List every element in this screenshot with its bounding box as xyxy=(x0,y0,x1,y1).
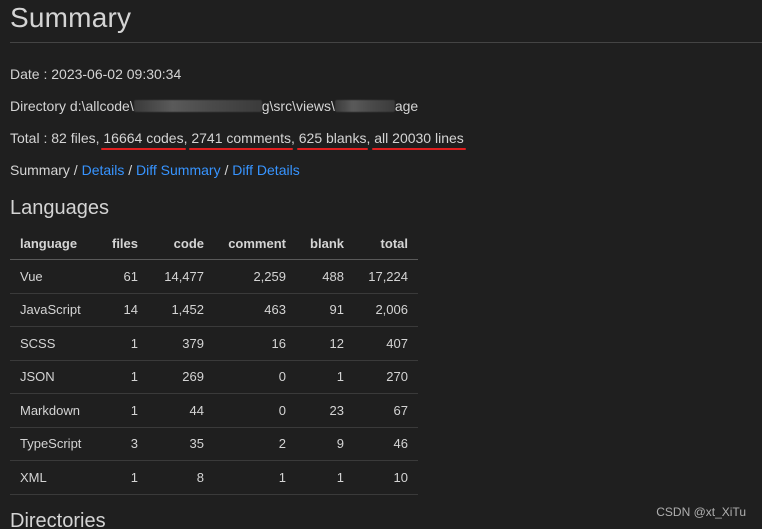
column-header-code: code xyxy=(148,228,214,260)
languages-table: language files code comment blank total … xyxy=(10,228,418,495)
codes-count: 16664 codes xyxy=(103,130,184,146)
column-header-language: language xyxy=(10,228,96,260)
cell-comment: 463 xyxy=(214,293,296,327)
title-divider xyxy=(10,42,762,43)
table-row: TypeScript 3 35 2 9 46 xyxy=(10,427,418,461)
directory-label: Directory xyxy=(10,98,70,114)
cell-files: 61 xyxy=(96,259,148,294)
cell-language: JSON xyxy=(10,360,96,394)
total-prefix: Total : 82 files, xyxy=(10,130,104,146)
cell-code: 269 xyxy=(148,360,214,394)
cell-code: 14,477 xyxy=(148,259,214,294)
cell-language: SCSS xyxy=(10,326,96,361)
all-lines: 20030 lines xyxy=(392,130,464,146)
nav-separator: / xyxy=(69,162,82,178)
redacted-block xyxy=(133,100,262,112)
cell-files: 1 xyxy=(96,460,148,495)
redacted-block xyxy=(334,100,395,112)
cell-files: 3 xyxy=(96,427,148,461)
cell-files: 14 xyxy=(96,293,148,327)
date-line: Date : 2023-06-02 09:30:34 xyxy=(10,66,181,82)
cell-language: Markdown xyxy=(10,393,96,428)
cell-comment: 1 xyxy=(214,460,296,495)
watermark: CSDN @xt_XiTu xyxy=(656,505,746,519)
nav-diff-summary-link[interactable]: Diff Summary xyxy=(136,162,221,178)
column-header-total: total xyxy=(354,228,418,260)
cell-total: 407 xyxy=(354,326,418,361)
blanks-count: 625 blanks xyxy=(298,130,367,146)
cell-comment: 2 xyxy=(214,427,296,461)
cell-code: 379 xyxy=(148,326,214,361)
cell-language: Vue xyxy=(10,259,96,294)
table-row: JavaScript 14 1,452 463 91 2,006 xyxy=(10,293,418,327)
table-row: Vue 61 14,477 2,259 488 17,224 xyxy=(10,259,418,294)
report-page: Summary Date : 2023-06-02 09:30:34 Direc… xyxy=(0,0,762,529)
directory-line: Directory d:\allcode\ g\src\views\ age xyxy=(10,98,418,114)
cell-language: TypeScript xyxy=(10,427,96,461)
cell-files: 1 xyxy=(96,393,148,428)
cell-total: 17,224 xyxy=(354,259,418,294)
cell-blank: 1 xyxy=(296,460,354,495)
cell-comment: 0 xyxy=(214,393,296,428)
report-nav: Summary / Details / Diff Summary / Diff … xyxy=(10,162,300,178)
cell-blank: 9 xyxy=(296,427,354,461)
column-header-comment: comment xyxy=(214,228,296,260)
comments-count: 2741 comments xyxy=(191,130,291,146)
directories-heading: Directories xyxy=(10,510,106,529)
table-row: XML 1 8 1 1 10 xyxy=(10,460,418,495)
cell-comment: 16 xyxy=(214,326,296,361)
cell-comment: 2,259 xyxy=(214,259,296,294)
cell-language: XML xyxy=(10,460,96,495)
nav-separator: / xyxy=(124,162,137,178)
cell-total: 2,006 xyxy=(354,293,418,327)
cell-blank: 1 xyxy=(296,360,354,394)
all-lines-count: all 20030 lines xyxy=(374,130,464,146)
cell-files: 1 xyxy=(96,360,148,394)
cell-code: 8 xyxy=(148,460,214,495)
cell-total: 10 xyxy=(354,460,418,495)
cell-language: JavaScript xyxy=(10,293,96,327)
separator: , xyxy=(290,130,299,146)
table-row: Markdown 1 44 0 23 67 xyxy=(10,393,418,428)
cell-total: 67 xyxy=(354,393,418,428)
total-line: Total : 82 files, 16664 codes, 2741 comm… xyxy=(10,130,464,146)
date-value: 2023-06-02 09:30:34 xyxy=(51,66,182,82)
cell-total: 270 xyxy=(354,360,418,394)
directory-path-part3: age xyxy=(394,98,419,114)
languages-heading: Languages xyxy=(10,197,109,219)
table-row: SCSS 1 379 16 12 407 xyxy=(10,326,418,361)
column-header-blank: blank xyxy=(296,228,354,260)
cell-blank: 488 xyxy=(296,259,354,294)
nav-diff-details-link[interactable]: Diff Details xyxy=(232,162,299,178)
directory-path-part1: d:\allcode\ xyxy=(69,98,134,114)
cell-code: 35 xyxy=(148,427,214,461)
cell-blank: 23 xyxy=(296,393,354,428)
table-header-row: language files code comment blank total xyxy=(10,228,418,260)
cell-code: 1,452 xyxy=(148,293,214,327)
cell-comment: 0 xyxy=(214,360,296,394)
table-row: JSON 1 269 0 1 270 xyxy=(10,360,418,394)
nav-details-link[interactable]: Details xyxy=(82,162,125,178)
page-title: Summary xyxy=(10,2,132,33)
cell-files: 1 xyxy=(96,326,148,361)
nav-summary-current: Summary xyxy=(10,162,70,178)
directory-path-part2: g\src\views\ xyxy=(261,98,335,114)
cell-blank: 91 xyxy=(296,293,354,327)
cell-total: 46 xyxy=(354,427,418,461)
cell-code: 44 xyxy=(148,393,214,428)
date-label: Date : xyxy=(10,66,52,82)
nav-separator: / xyxy=(220,162,233,178)
column-header-files: files xyxy=(96,228,148,260)
cell-blank: 12 xyxy=(296,326,354,361)
all-prefix: all xyxy=(374,130,393,146)
